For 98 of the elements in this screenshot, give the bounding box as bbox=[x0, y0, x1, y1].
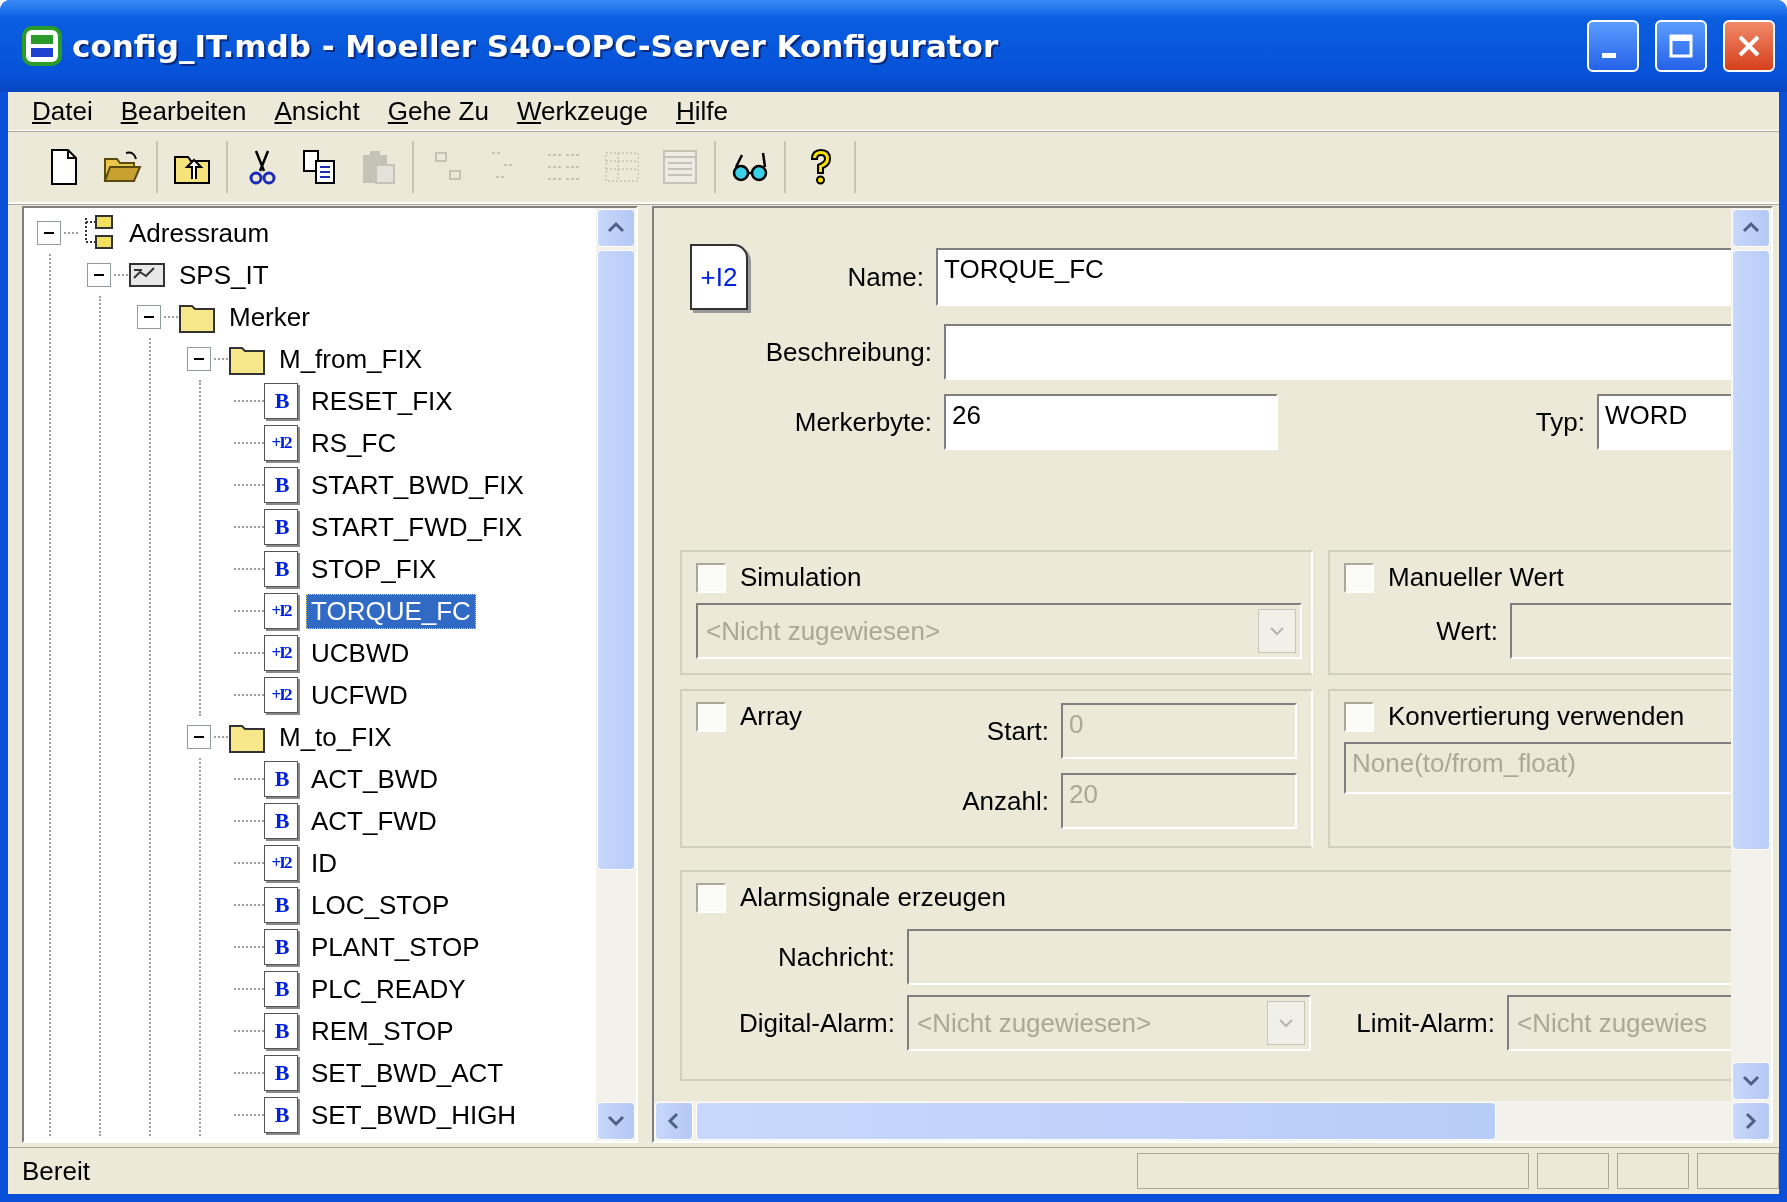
scroll-left-button[interactable] bbox=[655, 1102, 693, 1140]
menu-item[interactable]: Datei bbox=[20, 95, 105, 127]
field-label: Start: bbox=[986, 715, 1049, 747]
field-label: Beschreibung: bbox=[764, 336, 932, 368]
tree-item[interactable]: START_FWD_FIX bbox=[306, 509, 528, 545]
text-field[interactable]: TORQUE_FC bbox=[936, 248, 1731, 306]
checkbox[interactable] bbox=[1344, 562, 1374, 593]
menu-item[interactable]: Ansicht bbox=[262, 95, 372, 127]
variable-type-icon: B bbox=[264, 929, 298, 965]
field-label: Nachricht: bbox=[776, 941, 895, 973]
field-label: Limit-Alarm: bbox=[1356, 1007, 1495, 1039]
scroll-up-button[interactable] bbox=[1732, 209, 1770, 247]
tree-item[interactable]: M_to_FIX bbox=[274, 719, 397, 755]
variable-type-icon: B bbox=[264, 383, 298, 419]
close-icon bbox=[1736, 33, 1762, 59]
scrollbar-thumb[interactable] bbox=[597, 250, 635, 870]
status-text: Bereit bbox=[22, 1155, 91, 1187]
close-button[interactable] bbox=[1723, 20, 1775, 72]
tree-item[interactable]: RS_FC bbox=[306, 425, 402, 461]
tree-item[interactable]: Adressraum bbox=[124, 215, 275, 251]
variable-type-icon: B bbox=[264, 1055, 298, 1091]
variable-type-icon: B bbox=[264, 1097, 298, 1133]
menu-item[interactable]: Gehe Zu bbox=[375, 95, 501, 127]
variable-type-icon: B bbox=[264, 467, 298, 503]
menu-item[interactable]: Hilfe bbox=[663, 95, 740, 127]
tree-item[interactable]: UCFWD bbox=[306, 677, 413, 713]
checkbox-label: Manueller Wert bbox=[1388, 562, 1564, 593]
scroll-down-button[interactable] bbox=[597, 1102, 635, 1140]
variable-type-icon: B bbox=[264, 509, 298, 545]
text-field[interactable]: 26 bbox=[944, 394, 1278, 450]
variable-type-icon: +I2 bbox=[264, 845, 298, 881]
status-panel bbox=[1617, 1153, 1689, 1189]
app-icon bbox=[22, 26, 62, 66]
tree-item[interactable]: PLC_READY bbox=[306, 971, 471, 1007]
checkbox[interactable] bbox=[696, 882, 726, 913]
menu-item[interactable]: Werkzeuge bbox=[504, 95, 660, 127]
checkbox-label: Alarmsignale erzeugen bbox=[740, 882, 1006, 913]
tree-item[interactable]: Merker bbox=[224, 299, 315, 335]
maximize-icon bbox=[1668, 33, 1694, 59]
minimize-button[interactable] bbox=[1587, 20, 1639, 72]
tree-item[interactable]: TORQUE_FC bbox=[306, 593, 476, 629]
checkbox-label: Array bbox=[740, 701, 803, 732]
tree-item[interactable]: SPS_IT bbox=[174, 257, 274, 293]
field-label: Merkerbyte: bbox=[793, 406, 932, 438]
checkbox-label: Simulation bbox=[740, 562, 862, 593]
maximize-button[interactable] bbox=[1655, 20, 1707, 72]
field-label: Typ: bbox=[1535, 406, 1585, 438]
checkbox[interactable] bbox=[696, 562, 726, 593]
horizontal-scrollbar[interactable] bbox=[654, 1101, 1771, 1141]
tree-item[interactable]: SET_BWD_HIGH bbox=[306, 1097, 522, 1133]
tree-item[interactable]: ACT_BWD bbox=[306, 761, 444, 797]
variable-type-icon: B bbox=[264, 803, 298, 839]
field-label: Digital-Alarm: bbox=[737, 1007, 895, 1039]
checkbox[interactable] bbox=[696, 701, 726, 732]
scroll-up-button[interactable] bbox=[597, 209, 635, 247]
scroll-right-button[interactable] bbox=[1732, 1102, 1770, 1140]
tree-item[interactable]: UCBWD bbox=[306, 635, 415, 671]
tree-item[interactable]: LOC_STOP bbox=[306, 887, 455, 923]
variable-type-icon: +I2 bbox=[264, 635, 298, 671]
tree-item[interactable]: PLANT_STOP bbox=[306, 929, 485, 965]
checkbox-label: Konvertierung verwenden bbox=[1388, 701, 1685, 732]
vertical-scrollbar[interactable] bbox=[596, 208, 636, 1141]
scroll-down-button[interactable] bbox=[1732, 1062, 1770, 1100]
tree-item[interactable]: REM_STOP bbox=[306, 1013, 459, 1049]
tree-item[interactable]: STOP_FIX bbox=[306, 551, 442, 587]
tree-item[interactable]: ACT_FWD bbox=[306, 803, 442, 839]
collapse-icon[interactable] bbox=[137, 305, 161, 329]
field-label: Anzahl: bbox=[962, 785, 1049, 817]
menu-item[interactable]: Bearbeiten bbox=[108, 95, 259, 127]
scrollbar-thumb[interactable] bbox=[696, 1102, 1496, 1140]
window-title: config_IT.mdb - Moeller S40-OPC-Server Konfigurator bbox=[72, 28, 1000, 64]
variable-type-icon: B bbox=[264, 761, 298, 797]
variable-type-icon: B bbox=[264, 551, 298, 587]
integer-variable-icon: +I2 bbox=[690, 244, 748, 310]
checkbox[interactable] bbox=[1344, 701, 1374, 732]
variable-type-icon: B bbox=[264, 887, 298, 923]
field-label: Name: bbox=[846, 261, 924, 293]
field-label: Wert: bbox=[1435, 615, 1498, 647]
variable-type-icon: +I2 bbox=[264, 677, 298, 713]
minimize-icon bbox=[1602, 52, 1616, 58]
collapse-icon[interactable] bbox=[187, 347, 211, 371]
variable-type-icon: B bbox=[264, 1013, 298, 1049]
text-field[interactable]: WORD bbox=[1597, 394, 1731, 450]
text-field[interactable] bbox=[944, 324, 1731, 380]
tree-item[interactable]: SET_BWD_ACT bbox=[306, 1055, 509, 1091]
scrollbar-thumb[interactable] bbox=[1732, 250, 1770, 850]
status-panel bbox=[1537, 1153, 1609, 1189]
variable-type-icon: +I2 bbox=[264, 425, 298, 461]
collapse-icon[interactable] bbox=[187, 725, 211, 749]
tree-item[interactable]: START_BWD_FIX bbox=[306, 467, 529, 503]
vertical-scrollbar[interactable] bbox=[1731, 208, 1771, 1101]
variable-type-icon: +I2 bbox=[264, 593, 298, 629]
collapse-icon[interactable] bbox=[87, 263, 111, 287]
tree-item[interactable]: RESET_FIX bbox=[306, 383, 458, 419]
tree-item[interactable]: M_from_FIX bbox=[274, 341, 428, 377]
collapse-icon[interactable] bbox=[37, 221, 61, 245]
variable-type-icon: B bbox=[264, 971, 298, 1007]
tree-item[interactable]: ID bbox=[306, 845, 342, 881]
